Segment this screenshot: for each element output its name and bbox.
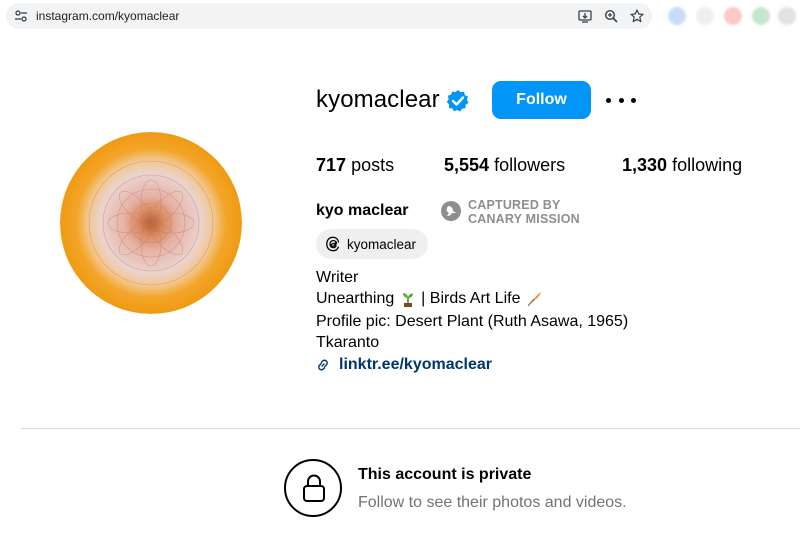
badge-line-1: CAPTURED BY (468, 198, 561, 212)
bio-line-2-text-b: | Birds Art Life (416, 290, 525, 308)
canary-mission-badge[interactable]: CAPTURED BY CANARY MISSION (441, 198, 601, 228)
extension-icon[interactable] (668, 7, 686, 25)
lock-icon-circle (284, 459, 342, 517)
followers-stat[interactable]: 5,554 followers (444, 155, 565, 176)
profile-full-name: kyo maclear (316, 202, 409, 219)
canary-bird-icon (441, 201, 461, 221)
bio-line-2: Unearthing | Birds Art Life (316, 290, 543, 308)
section-divider (21, 428, 800, 429)
feather-pen-emoji-icon (527, 292, 541, 307)
extension-icon[interactable] (778, 7, 796, 25)
follow-button[interactable]: Follow (492, 81, 591, 119)
url-text[interactable]: instagram.com/kyomaclear (36, 9, 179, 23)
bio-line-1: Writer (316, 269, 359, 286)
bio-external-link[interactable]: linktr.ee/kyomaclear (316, 356, 492, 374)
seedling-emoji-icon (402, 293, 413, 307)
private-account-subtitle: Follow to see their photos and videos. (358, 494, 627, 511)
link-icon (318, 359, 328, 371)
profile-avatar[interactable] (60, 132, 242, 314)
posts-stat: 717 posts (316, 155, 394, 176)
followers-label: followers (494, 155, 566, 175)
site-settings-icon[interactable] (14, 9, 28, 23)
following-count: 1,330 (622, 155, 668, 175)
dot (631, 97, 636, 103)
avatar-image (60, 132, 242, 314)
bio-line-4: Tkaranto (316, 334, 380, 351)
threads-handle: kyomaclear (347, 236, 417, 252)
following-label: following (672, 155, 743, 175)
extension-icon[interactable] (696, 7, 714, 25)
badge-text: CAPTURED BY CANARY MISSION (468, 198, 580, 226)
verified-badge-icon (446, 90, 469, 112)
followers-count: 5,554 (444, 155, 490, 175)
browser-toolbar: instagram.com/kyomaclear (0, 0, 800, 32)
bookmark-star-icon[interactable] (630, 9, 644, 23)
install-app-icon[interactable] (578, 9, 592, 23)
zoom-icon[interactable] (604, 9, 618, 23)
threads-icon (326, 236, 340, 252)
lock-icon (303, 474, 325, 502)
dot (606, 97, 611, 103)
extension-icons (664, 5, 800, 27)
bio-link-text[interactable]: linktr.ee/kyomaclear (339, 356, 492, 374)
posts-count: 717 (316, 155, 347, 175)
posts-label: posts (351, 155, 395, 175)
bio-line-3: Profile pic: Desert Plant (Ruth Asawa, 1… (316, 313, 629, 330)
more-options-icon[interactable] (606, 91, 636, 109)
profile-username: kyomaclear (316, 86, 440, 113)
bio-line-2-text-a: Unearthing (316, 290, 399, 308)
private-account-title: This account is private (358, 466, 532, 483)
dot (618, 97, 624, 103)
address-bar[interactable]: instagram.com/kyomaclear (6, 3, 652, 29)
following-stat[interactable]: 1,330 following (622, 155, 742, 176)
badge-line-2: CANARY MISSION (468, 212, 580, 226)
extension-icon[interactable] (752, 7, 770, 25)
threads-link[interactable]: kyomaclear (316, 229, 428, 259)
extension-icon[interactable] (724, 7, 742, 25)
